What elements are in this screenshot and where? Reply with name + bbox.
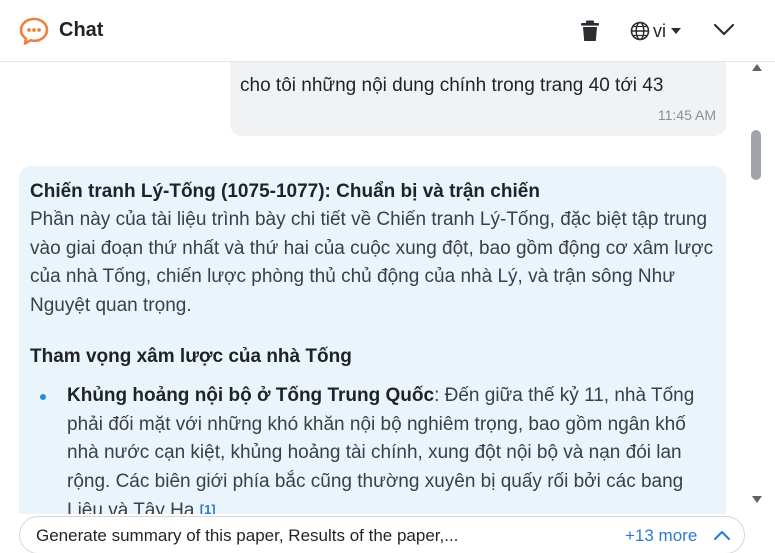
chat-bubble-icon	[19, 17, 49, 45]
response-subheading: Tham vọng xâm lược của nhà Tống	[30, 346, 352, 367]
bullet-dot	[40, 394, 46, 400]
citation-link[interactable]: [1]	[200, 502, 216, 514]
response-bullet-list: Khủng hoảng nội bộ ở Tống Trung Quốc: Đế…	[30, 382, 720, 514]
message-list[interactable]: cho tôi những nội dung chính trong trang…	[0, 62, 748, 514]
user-message-text: cho tôi những nội dung chính trong trang…	[240, 75, 664, 96]
scroll-up-arrow-icon[interactable]	[751, 62, 763, 72]
scroll-down-arrow-icon[interactable]	[751, 495, 763, 505]
more-suggestions-link[interactable]: +13 more	[625, 526, 697, 546]
response-heading: Chiến tranh Lý-Tống (1075-1077): Chuẩn b…	[30, 181, 540, 202]
chat-title: Chat	[59, 19, 104, 41]
globe-icon	[630, 21, 650, 41]
language-selector[interactable]: vi	[630, 19, 681, 43]
bullet-title: Khủng hoảng nội bộ ở Tống Trung Quốc	[67, 385, 435, 406]
language-code: vi	[653, 20, 666, 41]
chevron-down-icon[interactable]	[713, 22, 735, 38]
chat-header: Chat vi	[0, 0, 775, 62]
trash-icon[interactable]	[580, 20, 600, 42]
suggestion-text[interactable]: Generate summary of this paper, Results …	[36, 526, 458, 546]
suggestion-bar[interactable]: Generate summary of this paper, Results …	[19, 516, 745, 553]
user-message: cho tôi những nội dung chính trong trang…	[230, 62, 726, 136]
assistant-message: Chiến tranh Lý-Tống (1075-1077): Chuẩn b…	[19, 166, 726, 514]
chevron-up-icon[interactable]	[714, 530, 730, 540]
caret-down-icon	[671, 28, 681, 34]
response-intro: Phần này của tài liệu trình bày chi tiết…	[30, 209, 714, 316]
list-item: Khủng hoảng nội bộ ở Tống Trung Quốc: Đế…	[30, 382, 720, 514]
message-timestamp: 11:45 AM	[657, 107, 716, 123]
scrollbar-thumb[interactable]	[751, 130, 761, 180]
